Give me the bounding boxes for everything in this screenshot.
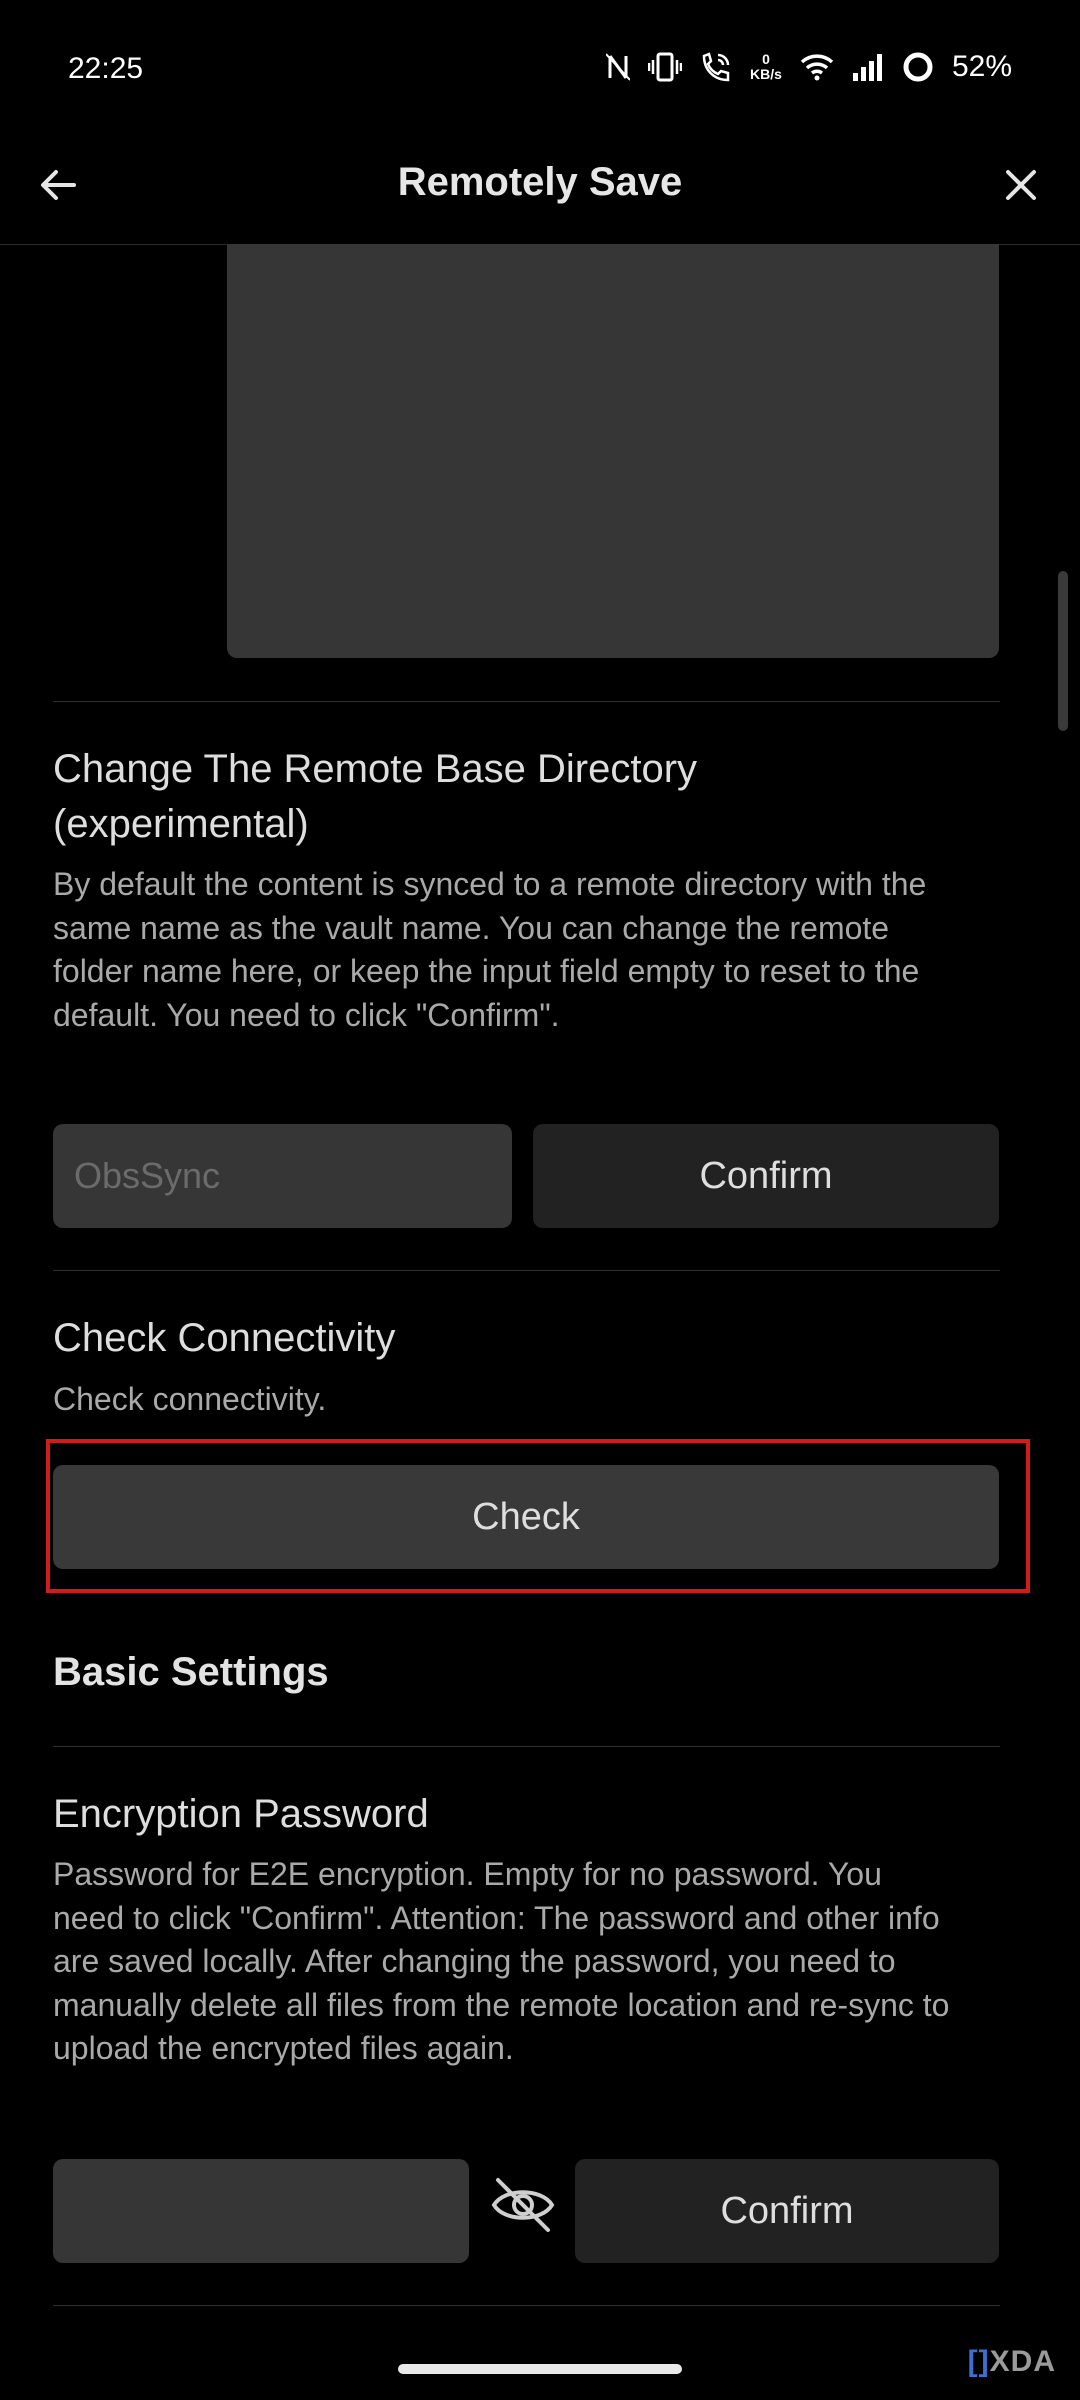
remote-dir-confirm-button[interactable]: Confirm [533, 1124, 999, 1228]
app-header: Remotely Save [0, 130, 1080, 245]
basic-settings-heading: Basic Settings [53, 1650, 329, 1694]
watermark-logo: []XDA [968, 2345, 1056, 2379]
divider [53, 701, 1000, 702]
check-connectivity-title: Check Connectivity [53, 1316, 396, 1360]
network-speed-value: 0 [762, 51, 770, 67]
network-speed-unit: KB/s [750, 66, 782, 82]
eye-off-icon [491, 2178, 555, 2232]
status-time: 22:25 [68, 52, 144, 85]
check-button[interactable]: Check [53, 1465, 999, 1569]
encryption-password-input[interactable] [53, 2159, 469, 2263]
watermark-text: XDA [989, 2345, 1056, 2378]
encryption-password-description: Password for E2E encryption. Empty for n… [53, 1856, 950, 2066]
toggle-visibility-button[interactable] [488, 2170, 558, 2240]
page-title: Remotely Save [397, 160, 683, 204]
close-icon [1006, 170, 1036, 200]
battery-percent: 52% [951, 50, 1012, 83]
battery-ring-icon [902, 51, 934, 83]
nfc-icon [606, 52, 631, 82]
close-button[interactable] [996, 160, 1046, 210]
vibrate-icon [648, 52, 683, 82]
check-connectivity-description: Check connectivity. [53, 1381, 327, 1417]
divider [53, 1746, 1000, 1747]
remote-base-dir-title: Change The Remote Base Directory (experi… [53, 747, 698, 846]
signal-icon [852, 53, 884, 81]
home-indicator[interactable] [398, 2364, 682, 2374]
textarea-field[interactable] [227, 244, 999, 658]
status-icons: 0 KB/s 52% [606, 50, 1012, 84]
network-speed: 0 KB/s [750, 52, 782, 82]
divider [53, 2305, 1000, 2306]
remote-base-dir-description: By default the content is synced to a re… [53, 866, 927, 1033]
remote-folder-placeholder: ObsSync [74, 1155, 221, 1196]
encryption-password-title: Encryption Password [53, 1792, 429, 1836]
divider [53, 1270, 1000, 1271]
wifi-calling-icon [700, 52, 732, 82]
encryption-confirm-button[interactable]: Confirm [575, 2159, 999, 2263]
remote-folder-input[interactable]: ObsSync [53, 1124, 512, 1228]
watermark-bracket: [] [967, 2345, 990, 2378]
scrollbar[interactable] [1058, 571, 1068, 731]
wifi-icon [800, 53, 834, 81]
